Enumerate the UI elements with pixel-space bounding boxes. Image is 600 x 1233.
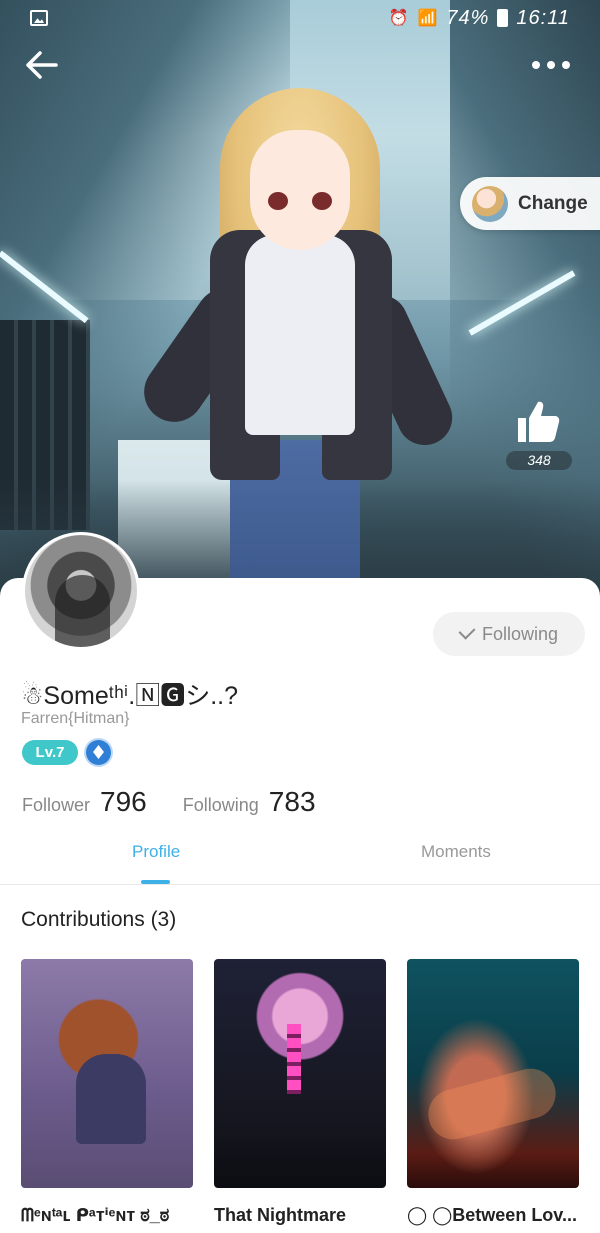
battery-percent: 74%	[446, 6, 490, 29]
status-bar: ⏰ 📶 74% 16:11	[0, 0, 600, 36]
post-image	[21, 959, 193, 1188]
contribution-card[interactable]: ᗰᵉɴᵗᵃʟ ᑭᵃᴛⁱᵉɴᴛ ಠ_ಠ	[21, 959, 193, 1226]
post-image	[407, 959, 579, 1188]
like-count: 348	[506, 451, 572, 470]
contribution-card[interactable]: ◯ ◯Between Lov...	[407, 959, 579, 1226]
avatar-thumbnail-icon	[472, 185, 508, 222]
back-button[interactable]	[22, 45, 62, 85]
more-options-button[interactable]	[526, 50, 576, 80]
change-avatar-button[interactable]: Change	[460, 177, 600, 230]
wifi-signal-icon: 📶	[417, 10, 439, 27]
gallery-notification-icon	[30, 10, 48, 26]
title-badge-icon[interactable]	[86, 740, 111, 765]
clock-time: 16:11	[516, 6, 570, 29]
nickname: Farren{Hitman}	[21, 710, 130, 727]
character-eye	[312, 192, 332, 210]
following-button-label: Following	[481, 623, 559, 644]
tab-profile[interactable]: Profile	[132, 842, 180, 862]
character-eye	[268, 192, 288, 210]
more-dots-icon	[547, 61, 555, 69]
alarm-icon: ⏰	[388, 10, 410, 27]
username: ☃Someᵗʰⁱ.🄽🅶シ..?	[21, 682, 239, 710]
more-dots-icon	[532, 61, 540, 69]
tab-moments[interactable]: Moments	[421, 842, 491, 862]
post-title: ᗰᵉɴᵗᵃʟ ᑭᵃᴛⁱᵉɴᴛ ಠ_ಠ	[21, 1205, 170, 1225]
battery-icon	[497, 9, 509, 27]
follow-stats: Follower 796 Following 783	[22, 786, 352, 818]
thumbs-up-icon	[518, 401, 560, 442]
following-button[interactable]: Following	[433, 612, 585, 656]
contribution-card[interactable]: That Nightmare	[214, 959, 386, 1226]
following-label[interactable]: Following	[183, 795, 259, 816]
follower-count[interactable]: 796	[100, 786, 147, 818]
more-dots-icon	[562, 61, 570, 69]
avatar-character[interactable]	[132, 80, 462, 600]
character-hoodie	[245, 235, 355, 435]
contributions-title: Contributions (3)	[21, 908, 177, 931]
like-button[interactable]	[514, 398, 562, 444]
active-tab-indicator	[141, 880, 170, 884]
follower-label[interactable]: Follower	[22, 795, 90, 816]
post-image	[214, 959, 386, 1188]
post-title: That Nightmare	[214, 1205, 347, 1225]
level-badge[interactable]: Lv.7	[22, 740, 78, 765]
check-icon	[458, 622, 476, 640]
arrow-left-icon	[26, 51, 58, 79]
change-label: Change	[518, 192, 588, 214]
profile-tabs: Profile Moments	[0, 836, 600, 885]
following-count[interactable]: 783	[269, 786, 316, 818]
avatar[interactable]	[22, 532, 140, 650]
character-face	[250, 130, 350, 250]
profile-background	[0, 0, 600, 600]
post-title: ◯ ◯Between Lov...	[407, 1205, 577, 1225]
